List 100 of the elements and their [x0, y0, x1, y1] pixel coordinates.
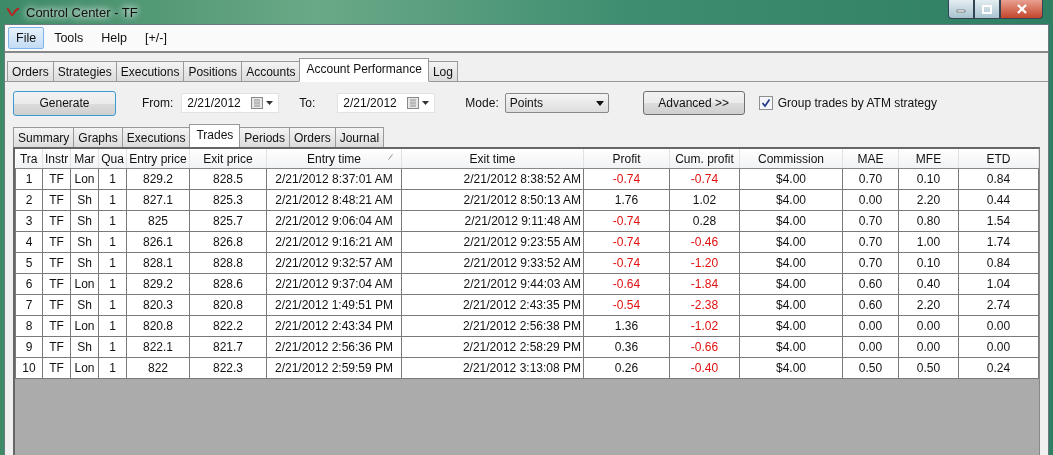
tab[interactable]: Account Performance — [299, 58, 429, 82]
table-cell: 0.00 — [958, 315, 1039, 337]
app-logo-icon — [6, 7, 20, 17]
maximize-icon — [982, 4, 992, 14]
tab[interactable]: Orders — [289, 127, 336, 147]
table-cell: 822.3 — [189, 357, 267, 379]
table-cell: 0.00 — [898, 315, 959, 337]
column-header[interactable]: Exit time — [469, 151, 516, 166]
menu-item[interactable]: Help — [93, 27, 136, 49]
table-cell: 0.10 — [898, 168, 959, 190]
table-cell: 1 — [98, 168, 127, 190]
tab[interactable]: Log — [427, 61, 458, 81]
table-cell: 1 — [98, 231, 127, 253]
table-cell: 1 — [98, 210, 127, 232]
table-cell: 2/21/2012 8:50:13 AM — [401, 189, 584, 211]
table-cell: 1.54 — [958, 210, 1039, 232]
to-date-field[interactable]: 2/21/2012 — [337, 93, 436, 113]
table-cell: 8 — [15, 315, 43, 337]
table-cell: 1.76 — [583, 189, 670, 211]
table-cell: $4.00 — [739, 252, 843, 274]
window-title: Control Center - TF — [26, 4, 138, 20]
table-cell: 828.1 — [126, 252, 190, 274]
tab[interactable]: Strategies — [52, 61, 117, 81]
tab[interactable]: Journal — [334, 127, 385, 147]
table-cell: Lon — [70, 168, 99, 190]
tab[interactable]: Executions — [115, 61, 185, 81]
table-cell: 2/21/2012 2:56:38 PM — [401, 315, 584, 337]
table-cell: 10 — [15, 357, 43, 379]
table-cell: 0.60 — [842, 294, 899, 316]
table-cell: 0.50 — [898, 357, 959, 379]
from-label: From: — [142, 96, 174, 110]
tab[interactable]: Executions — [121, 127, 191, 147]
table-cell: Lon — [70, 273, 99, 295]
table-cell: Lon — [70, 315, 99, 337]
table-cell: 827.1 — [126, 189, 190, 211]
table-cell: 2/21/2012 2:43:34 PM — [266, 315, 402, 337]
menu-item[interactable]: File — [8, 27, 45, 49]
table-cell: 1 — [98, 252, 127, 274]
table-cell: 0.70 — [842, 252, 899, 274]
from-date-field[interactable]: 2/21/2012 — [181, 93, 280, 113]
table-cell: 1.74 — [958, 231, 1039, 253]
minimize-button[interactable] — [948, 0, 974, 19]
mode-dropdown[interactable]: Points — [504, 93, 609, 113]
mode-label: Mode: — [465, 96, 499, 110]
table-cell: 4 — [15, 231, 43, 253]
table-cell: $4.00 — [739, 294, 843, 316]
table-cell: 1 — [98, 357, 127, 379]
tab[interactable]: Positions — [183, 61, 243, 81]
table-cell: 0.60 — [842, 273, 899, 295]
table-cell: 1.04 — [958, 273, 1039, 295]
tab[interactable]: Graphs — [73, 127, 123, 147]
calendar-dropdown-icon[interactable] — [251, 97, 276, 109]
menu-item[interactable]: Tools — [46, 27, 92, 49]
generate-button[interactable]: Generate — [13, 90, 116, 116]
table-cell: -0.64 — [583, 273, 670, 295]
table-cell: $4.00 — [739, 336, 843, 358]
table-cell: $4.00 — [739, 168, 843, 190]
table-cell: -1.20 — [669, 252, 740, 274]
table-cell: Sh — [70, 210, 99, 232]
table-cell: $4.00 — [739, 315, 843, 337]
table-cell: 1 — [98, 336, 127, 358]
tab[interactable]: Orders — [7, 61, 54, 81]
table-cell: 7 — [15, 294, 43, 316]
table-cell: Lon — [70, 357, 99, 379]
table-cell: 822.1 — [126, 336, 190, 358]
table-cell: Sh — [70, 252, 99, 274]
table-cell: -0.54 — [583, 294, 670, 316]
table-cell: 825 — [126, 210, 190, 232]
table-cell: 2/21/2012 9:11:48 AM — [401, 210, 584, 232]
table-cell: 2/21/2012 2:58:29 PM — [401, 336, 584, 358]
table-cell: 2/21/2012 2:43:35 PM — [401, 294, 584, 316]
table-cell: 828.6 — [189, 273, 267, 295]
calendar-dropdown-icon[interactable] — [407, 97, 432, 109]
table-cell: -1.84 — [669, 273, 740, 295]
table-cell: TF — [42, 336, 71, 358]
tab[interactable]: Periods — [239, 127, 290, 147]
table-cell: Sh — [70, 231, 99, 253]
table-cell: 2/21/2012 2:56:36 PM — [266, 336, 402, 358]
menu-item[interactable]: [+/-] — [137, 27, 175, 49]
table-cell: 0.80 — [898, 210, 959, 232]
tab[interactable]: Accounts — [241, 61, 301, 81]
table-cell: 1.36 — [583, 315, 670, 337]
tab[interactable]: Summary — [13, 127, 75, 147]
table-cell: -2.38 — [669, 294, 740, 316]
table-cell: 2/21/2012 8:48:21 AM — [266, 189, 402, 211]
table-cell: 820.8 — [126, 315, 190, 337]
table-cell: 820.8 — [189, 294, 267, 316]
table-cell: 0.84 — [958, 252, 1039, 274]
table-cell: 829.2 — [126, 273, 190, 295]
table-cell: 2.20 — [898, 294, 959, 316]
close-button[interactable] — [1000, 0, 1043, 19]
table-cell: 2/21/2012 3:13:08 PM — [401, 357, 584, 379]
tab[interactable]: Trades — [189, 124, 241, 148]
table-cell: 1 — [98, 273, 127, 295]
advanced-button[interactable]: Advanced >> — [642, 91, 745, 115]
checkbox[interactable] — [758, 96, 773, 110]
table-cell: -0.66 — [669, 336, 740, 358]
table-cell: 0.00 — [958, 336, 1039, 358]
table-cell: 0.70 — [842, 168, 899, 190]
maximize-button[interactable] — [974, 0, 1000, 19]
